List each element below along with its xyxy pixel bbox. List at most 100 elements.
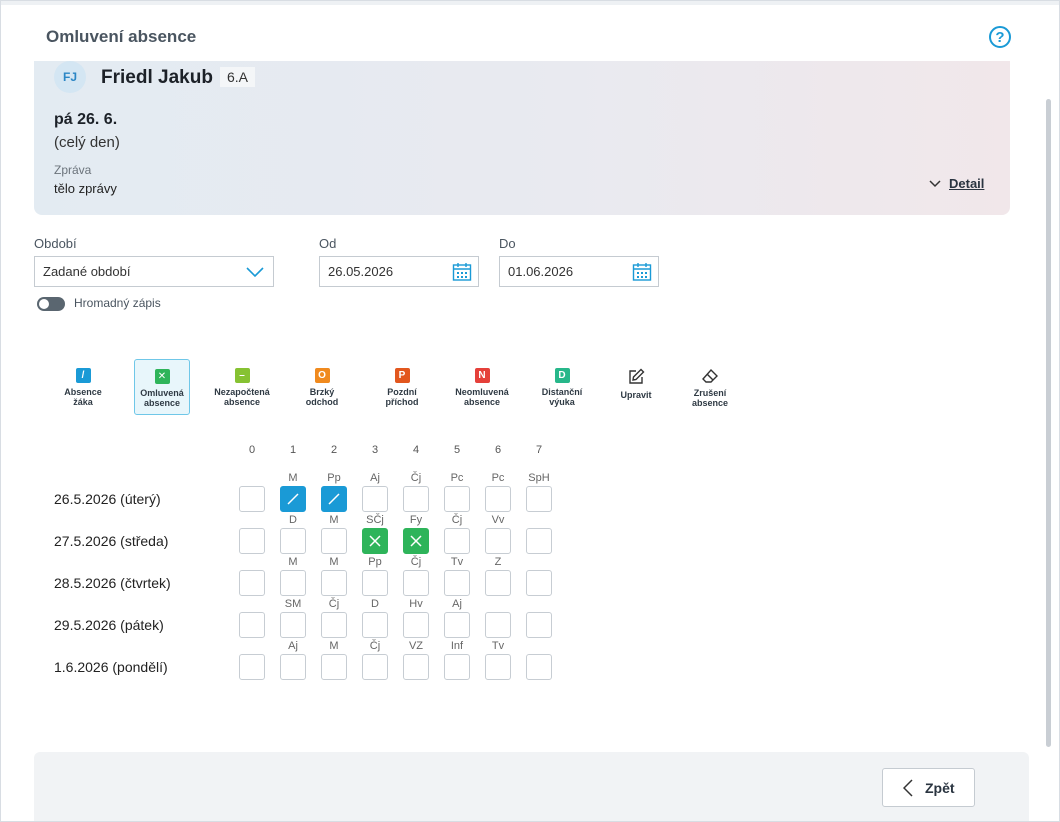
row-date-label: 28.5.2026 (čtvrtek) [54,575,171,591]
lesson-cell[interactable] [239,654,265,680]
lesson-cell[interactable] [321,528,347,554]
tool-label: Absence žáka [64,387,102,407]
lesson-cell[interactable] [403,570,429,596]
tool-zruseni[interactable]: Zrušení absence [686,359,734,415]
back-button[interactable]: Zpět [882,768,975,807]
lesson-cell[interactable] [403,486,429,512]
lesson-subject: Vv [491,514,505,526]
bulk-entry-toggle[interactable] [37,297,65,311]
message-label: Zpráva [54,163,92,177]
lesson-cell[interactable] [280,570,306,596]
column-number: 2 [330,444,338,456]
tool-label: Neomluvená absence [455,387,509,407]
tool-absence-zaka[interactable]: / Absence žáka [55,359,111,415]
calendar-icon[interactable] [632,262,652,282]
lesson-cell[interactable] [362,486,388,512]
scrollbar[interactable] [1046,99,1051,747]
lesson-subject: M [329,640,339,652]
eraser-icon [701,368,719,384]
lesson-cell[interactable] [444,654,470,680]
detail-link[interactable]: Detail [949,176,984,191]
tool-pozdni[interactable]: P Pozdní příchod [370,359,434,415]
lesson-cell[interactable] [280,654,306,680]
to-date-value: 01.06.2026 [508,264,574,279]
lesson-cell[interactable] [239,570,265,596]
tool-label-line1: Zrušení [693,388,727,398]
tool-label-line1: Upravit [620,390,652,400]
lesson-cell[interactable] [526,612,552,638]
calendar-icon[interactable] [452,262,472,282]
tool-neomluvena[interactable]: N Neomluvená absence [450,359,514,415]
lesson-cell[interactable] [321,570,347,596]
lesson-cell[interactable] [280,486,306,512]
lesson-cell[interactable] [321,612,347,638]
lesson-subject: Pp [368,556,382,568]
tool-omluvena[interactable]: ✕ Omluvená absence [134,359,190,415]
detail-toggle[interactable]: Detail [929,176,984,191]
period-select[interactable]: Zadané období [34,256,274,287]
lesson-subject: M [329,556,339,568]
tool-omluvena-icon: ✕ [154,369,170,384]
lesson-subject: D [371,598,379,610]
lesson-cell[interactable] [280,528,306,554]
lesson-cell[interactable] [362,570,388,596]
tool-brzky[interactable]: O Brzký odchod [290,359,354,415]
lesson-cell[interactable] [362,528,388,554]
lesson-cell[interactable] [444,528,470,554]
tool-label: Distanční výuka [542,387,583,407]
tool-upravit[interactable]: Upravit [610,359,662,415]
column-number: 1 [289,444,297,456]
absence-range: (celý den) [54,134,120,151]
tool-pozdni-icon: P [394,368,410,383]
lesson-cell[interactable] [444,612,470,638]
lesson-cell[interactable] [362,654,388,680]
lesson-cell[interactable] [239,486,265,512]
lesson-cell[interactable] [444,486,470,512]
lesson-cell[interactable] [485,486,511,512]
lesson-cell[interactable] [280,612,306,638]
lesson-subject: SM [284,598,302,610]
tool-label-line2: absence [691,398,729,408]
help-icon[interactable]: ? [989,26,1011,48]
lesson-cell[interactable] [321,486,347,512]
lesson-cell[interactable] [526,486,552,512]
tool-nezapoctena[interactable]: – Nezapočtená absence [210,359,274,415]
lesson-cell[interactable] [321,654,347,680]
tool-label: Nezapočtená absence [214,387,270,407]
lesson-cell[interactable] [485,528,511,554]
tool-label: Zrušení absence [692,388,728,408]
period-value: Zadané období [43,264,131,279]
lesson-cell[interactable] [444,570,470,596]
from-date-input[interactable]: 26.05.2026 [319,256,479,287]
tool-absence-zaka-icon: / [75,368,91,383]
excused-x-icon [369,535,381,547]
lesson-subject: Čj [328,598,340,610]
footer-bar [34,752,1029,821]
tool-label: Omluvená absence [140,388,184,408]
lesson-cell[interactable] [485,654,511,680]
lesson-cell[interactable] [403,654,429,680]
lesson-cell[interactable] [239,612,265,638]
tool-label-line2: žáka [73,397,93,407]
lesson-cell[interactable] [362,612,388,638]
tool-label: Pozdní příchod [386,387,419,407]
lesson-cell[interactable] [526,528,552,554]
student-name: Friedl Jakub [101,67,213,88]
column-number: 6 [494,444,502,456]
lesson-cell[interactable] [526,570,552,596]
lesson-subject: Aj [370,472,380,484]
to-date-input[interactable]: 01.06.2026 [499,256,659,287]
tool-neomluvena-icon: N [474,368,490,383]
tool-distancni-icon: D [554,368,570,383]
lesson-cell[interactable] [526,654,552,680]
lesson-cell[interactable] [485,612,511,638]
tool-brzky-icon: O [314,368,330,383]
lesson-cell[interactable] [239,528,265,554]
lesson-subject: VZ [408,640,424,652]
tool-distancni[interactable]: D Distanční výuka [530,359,594,415]
row-date-label: 1.6.2026 (pondělí) [54,659,168,675]
lesson-cell[interactable] [485,570,511,596]
lesson-cell[interactable] [403,612,429,638]
tool-label: Upravit [620,390,651,400]
lesson-cell[interactable] [403,528,429,554]
